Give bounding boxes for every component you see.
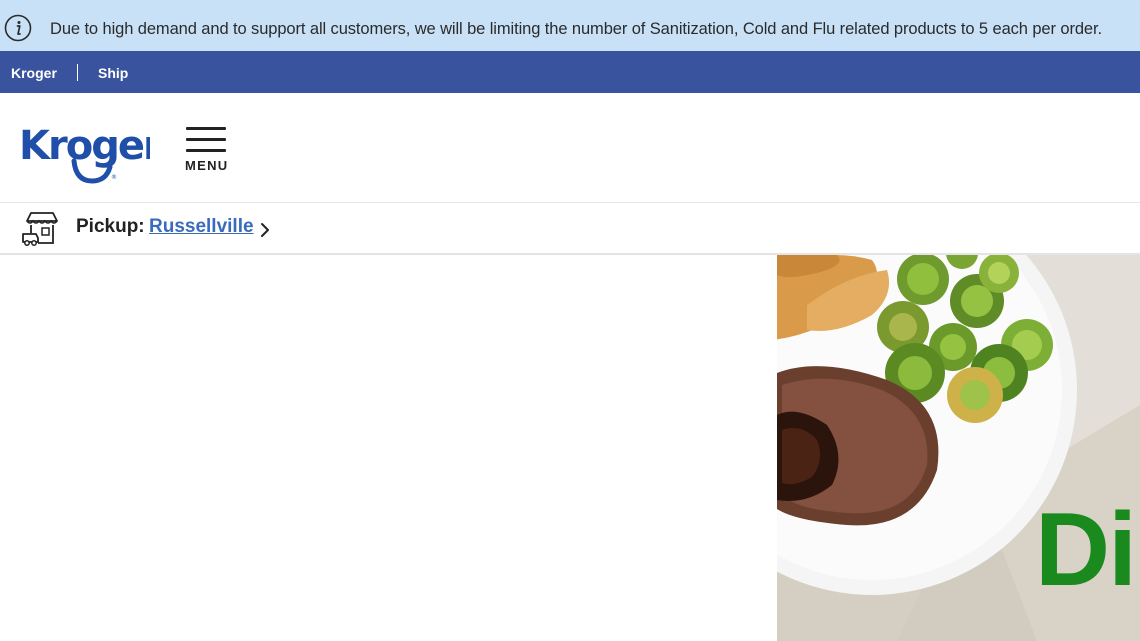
pickup-store-link[interactable]: Russellville bbox=[149, 216, 254, 238]
svg-text:®: ® bbox=[111, 174, 117, 181]
menu-line bbox=[186, 149, 226, 152]
pickup-label: Pickup: bbox=[76, 216, 145, 237]
store-pickup-icon bbox=[22, 212, 58, 246]
menu-label: MENU bbox=[185, 158, 229, 173]
topnav-divider bbox=[77, 64, 78, 81]
menu-button[interactable]: MENU bbox=[180, 123, 232, 173]
menu-line bbox=[186, 127, 226, 130]
hero-headline: Di bbox=[1035, 492, 1137, 608]
alert-banner: Due to high demand and to support all cu… bbox=[0, 0, 1140, 51]
hero-banner-image[interactable]: Di bbox=[777, 255, 1140, 641]
svg-text:Kroger: Kroger bbox=[19, 123, 150, 169]
alert-message: Due to high demand and to support all cu… bbox=[50, 20, 1102, 38]
kroger-logo[interactable]: Kroger ® bbox=[18, 111, 150, 185]
info-icon bbox=[4, 14, 32, 42]
pickup-bar: Pickup: Russellville bbox=[0, 203, 1140, 255]
chevron-right-icon[interactable] bbox=[258, 221, 272, 239]
top-nav: Kroger Ship bbox=[0, 51, 1140, 93]
menu-line bbox=[186, 138, 226, 141]
topnav-link-ship[interactable]: Ship bbox=[98, 65, 128, 81]
site-header: Kroger ® MENU bbox=[0, 93, 1140, 203]
topnav-link-kroger[interactable]: Kroger bbox=[11, 65, 57, 81]
